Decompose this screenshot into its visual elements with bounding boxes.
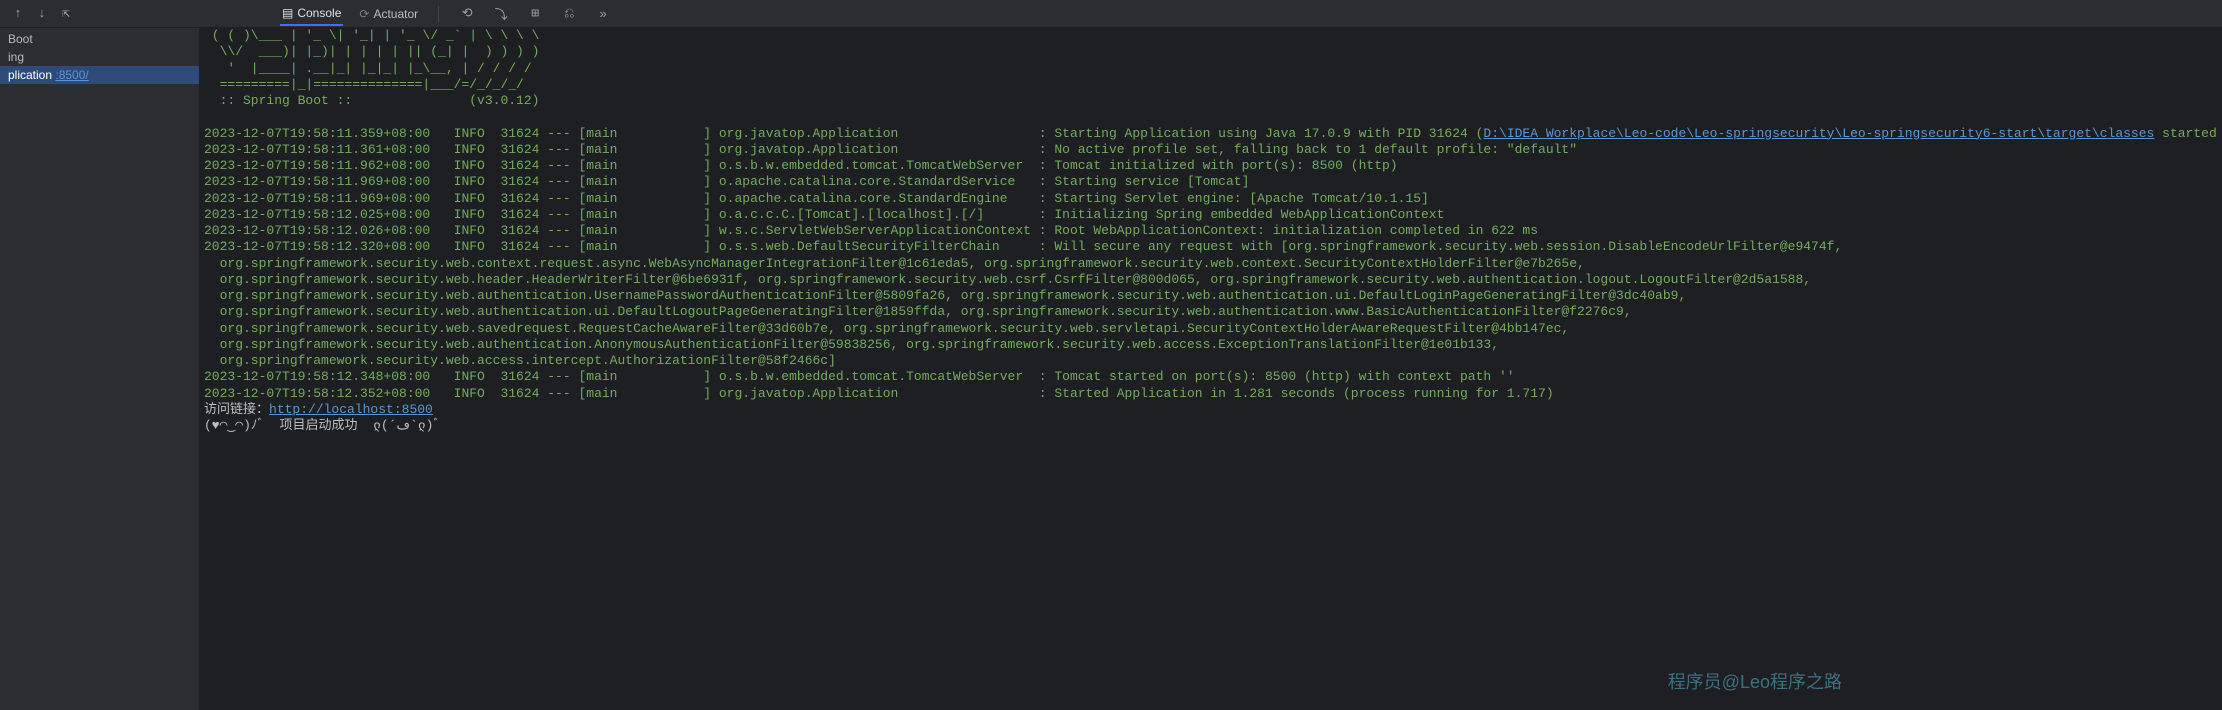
actuator-icon: ⟳ — [359, 7, 369, 21]
more-icon[interactable]: » — [593, 4, 613, 24]
download-icon[interactable]: ↓ — [32, 4, 52, 24]
toolbar: ↑ ↓ ⇱ ▤ Console ⟳ Actuator ⟲ ⤵ ⊞ ⎌ » — [0, 0, 2222, 28]
log-line: 2023-12-07T19:58:12.320+08:00 INFO 31624… — [204, 239, 1842, 368]
tab-console[interactable]: ▤ Console — [280, 2, 343, 26]
filter-icon[interactable]: ⎌ — [559, 4, 579, 24]
export-icon[interactable]: ⇱ — [56, 4, 76, 24]
path-link[interactable]: D:\IDEA Workplace\Leo-code\Leo-springsec… — [1483, 126, 2154, 141]
settings-icon[interactable]: ⊞ — [525, 4, 545, 24]
log-line: 2023-12-07T19:58:11.969+08:00 INFO 31624… — [204, 191, 1429, 206]
log-line: 2023-12-07T19:58:11.962+08:00 INFO 31624… — [204, 158, 1398, 173]
banner-line: ( ( )\___ | '_ \| '_| | '_ \/ _` | \ \ \… — [204, 28, 539, 43]
log-line: 2023-12-07T19:58:12.026+08:00 INFO 31624… — [204, 223, 1538, 238]
log-line: 2023-12-07T19:58:11.969+08:00 INFO 31624… — [204, 174, 1249, 189]
up-arrow-icon[interactable]: ↑ — [8, 4, 28, 24]
success-line: (♥◠‿◠)ﾉﾞ 项目启动成功 ლ(´ڡ`ლ)ﾞ — [204, 418, 440, 433]
tab-actuator-label: Actuator — [373, 7, 418, 21]
banner-line: =========|_|==============|___/=/_/_/_/ — [204, 77, 524, 92]
visit-label: 访问链接： — [204, 402, 269, 417]
console-output[interactable]: ( ( )\___ | '_ \| '_| | '_ \/ _` | \ \ \… — [200, 28, 2222, 710]
banner-line: ' |____| .__|_| |_|_| |_\__, | / / / / — [204, 61, 532, 76]
log-line: 2023-12-07T19:58:11.361+08:00 INFO 31624… — [204, 142, 1577, 157]
tab-console-label: Console — [297, 6, 341, 20]
run-gc-icon[interactable]: ⟲ — [457, 4, 477, 24]
console-icon: ▤ — [282, 6, 293, 20]
sidebar: Boot ing plication :8500/ — [0, 28, 200, 710]
main-area: Boot ing plication :8500/ ( ( )\___ | '_… — [0, 28, 2222, 710]
log-line: 2023-12-07T19:58:12.348+08:00 INFO 31624… — [204, 369, 1515, 384]
divider — [438, 6, 439, 22]
sidebar-item[interactable]: ing — [0, 48, 199, 66]
log-line: 2023-12-07T19:58:11.359+08:00 INFO 31624… — [204, 126, 1483, 141]
banner-line: \\/ ___)| |_)| | | | | || (_| | ) ) ) ) — [204, 44, 539, 59]
localhost-link[interactable]: http://localhost:8500 — [269, 402, 433, 417]
sidebar-item-label: plication — [8, 68, 55, 82]
log-line: 2023-12-07T19:58:12.025+08:00 INFO 31624… — [204, 207, 1444, 222]
sidebar-item-application[interactable]: plication :8500/ — [0, 66, 199, 84]
port-link[interactable]: :8500/ — [55, 68, 88, 82]
log-line: 2023-12-07T19:58:12.352+08:00 INFO 31624… — [204, 386, 1554, 401]
sidebar-item[interactable]: Boot — [0, 30, 199, 48]
banner-line: :: Spring Boot :: (v3.0.12) — [204, 93, 539, 108]
refresh-icon[interactable]: ⤵ — [491, 4, 511, 24]
tab-actuator[interactable]: ⟳ Actuator — [357, 3, 420, 25]
